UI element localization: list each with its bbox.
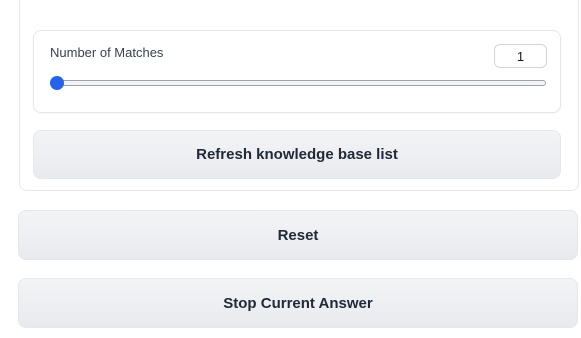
number-of-matches-slider-thumb[interactable] <box>50 76 64 90</box>
refresh-knowledge-base-button[interactable]: Refresh knowledge base list <box>33 130 561 179</box>
number-of-matches-input[interactable] <box>494 44 547 68</box>
number-of-matches-label: Number of Matches <box>50 45 164 60</box>
number-of-matches-block: Number of Matches <box>33 30 561 113</box>
stop-current-answer-button[interactable]: Stop Current Answer <box>18 278 578 328</box>
number-of-matches-slider-track[interactable] <box>57 80 546 86</box>
settings-page: Number of Matches Refresh knowledge base… <box>0 0 581 338</box>
reset-button[interactable]: Reset <box>18 210 578 260</box>
